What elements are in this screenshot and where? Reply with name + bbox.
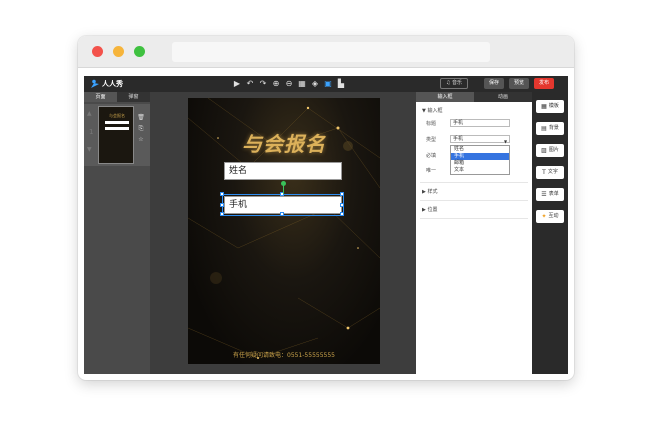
properties-panel: 输入框 动画 ▼ 输入框 标题 手机 类型 手机 ▼ 必填 唯一 姓名 手机 邮… xyxy=(416,92,532,374)
resize-handle[interactable] xyxy=(220,192,224,196)
browser-chrome xyxy=(78,36,574,68)
resize-handle[interactable] xyxy=(340,192,344,196)
divider xyxy=(420,200,528,201)
redo-icon[interactable]: ↷ xyxy=(258,79,268,89)
type-dropdown: 姓名 手机 邮箱 文本 xyxy=(450,145,510,175)
pages-tabs: 页面 弹窗 xyxy=(84,92,150,102)
undo-icon[interactable]: ↶ xyxy=(245,79,255,89)
align-icon[interactable]: ▙ xyxy=(336,79,346,89)
form-label: 表单 xyxy=(548,191,559,197)
image-button[interactable]: ▨ 图片 xyxy=(536,144,564,157)
thumb-title: 与会报名 xyxy=(109,113,125,118)
page-thumbnail[interactable]: 与会报名 xyxy=(98,106,134,164)
tab-pages[interactable]: 页面 xyxy=(84,92,117,102)
maximize-window-button[interactable] xyxy=(134,46,145,57)
tab-input-box[interactable]: 输入框 xyxy=(416,92,474,102)
editor-app: 人人秀 ▶ ↶ ↷ ⊕ ⊖ ▦ ◈ ▣ ▙ ♫ 音乐 保存 预览 发布 页面 弹… xyxy=(84,76,568,374)
tab-popups[interactable]: 弹窗 xyxy=(117,92,150,102)
top-bar: 人人秀 ▶ ↶ ↷ ⊕ ⊖ ▦ ◈ ▣ ▙ ♫ 音乐 保存 预览 发布 xyxy=(84,76,568,92)
type-option-text[interactable]: 文本 xyxy=(451,167,509,174)
image-label: 图片 xyxy=(548,147,559,153)
address-bar[interactable] xyxy=(172,42,490,62)
logo-text: 人人秀 xyxy=(102,80,123,88)
layers-icon[interactable]: ◈ xyxy=(310,79,320,89)
form-button[interactable]: ☰ 表单 xyxy=(536,188,564,201)
interaction-button[interactable]: ✦ 互动 xyxy=(536,210,564,223)
interaction-icon: ✦ xyxy=(541,213,547,220)
type-option-name[interactable]: 姓名 xyxy=(451,146,509,153)
move-down-icon[interactable]: ▼ xyxy=(87,146,92,153)
text-icon: T xyxy=(542,169,546,176)
type-select[interactable]: 手机 xyxy=(450,135,510,143)
background-button[interactable]: ▤ 背景 xyxy=(536,122,564,135)
form-icon: ☰ xyxy=(541,191,547,198)
star-icon[interactable]: ☆ xyxy=(137,136,145,144)
title-input[interactable]: 手机 xyxy=(450,119,510,127)
delete-icon[interactable]: 🗑 xyxy=(137,114,145,122)
page-actions: 🗑 ⎘ ☆ xyxy=(137,114,145,144)
thumb-field xyxy=(105,121,129,124)
chevron-down-icon: ▼ xyxy=(504,139,508,144)
copy-icon[interactable]: ⎘ xyxy=(137,125,145,133)
app-logo[interactable]: 人人秀 xyxy=(90,78,123,90)
zoom-in-icon[interactable]: ⊕ xyxy=(271,79,281,89)
thumb-field xyxy=(105,127,129,130)
move-up-icon[interactable]: ▲ xyxy=(87,110,92,117)
canvas-area: 与会报名 姓名 手机 有任何疑问请致电：0551-55555555 xyxy=(150,92,416,374)
resize-handle[interactable] xyxy=(340,203,344,207)
background-label: 背景 xyxy=(548,125,559,131)
resize-handle[interactable] xyxy=(280,212,284,216)
name-field[interactable]: 姓名 xyxy=(224,162,342,180)
divider xyxy=(420,218,528,219)
publish-button[interactable]: 发布 xyxy=(534,78,554,89)
preview-button[interactable]: 预览 xyxy=(509,78,529,89)
template-icon: ▦ xyxy=(541,103,547,110)
page-title[interactable]: 与会报名 xyxy=(188,128,380,157)
page-canvas[interactable]: 与会报名 姓名 手机 有任何疑问请致电：0551-55555555 xyxy=(188,98,380,364)
type-option-email[interactable]: 邮箱 xyxy=(451,160,509,167)
zoom-out-icon[interactable]: ⊖ xyxy=(284,79,294,89)
section-position-label: 位置 xyxy=(427,207,438,213)
resize-handle[interactable] xyxy=(340,212,344,216)
page-thumb-row[interactable]: ▲ 1 ▼ 与会报名 🗑 ⎘ ☆ xyxy=(84,104,150,166)
section-position-header[interactable]: ▶ 位置 xyxy=(422,206,437,213)
required-label: 必填 xyxy=(426,153,437,159)
phone-icon[interactable]: ▣ xyxy=(323,79,333,89)
selection-box[interactable] xyxy=(220,192,344,216)
section-style-label: 样式 xyxy=(427,189,438,195)
page-number: 1 xyxy=(89,128,94,136)
image-icon: ▨ xyxy=(541,147,547,154)
pages-panel: 页面 弹窗 ▲ 1 ▼ 与会报名 🗑 ⎘ ☆ xyxy=(84,92,150,374)
logo-icon xyxy=(91,79,99,88)
template-button[interactable]: ▦ 模板 xyxy=(536,100,564,113)
text-button[interactable]: T 文字 xyxy=(536,166,564,179)
title-label: 标题 xyxy=(426,121,437,127)
properties-tabs: 输入框 动画 xyxy=(416,92,532,102)
section-style-header[interactable]: ▶ 样式 xyxy=(422,188,437,195)
section-input-label: 输入框 xyxy=(427,108,443,114)
minimize-window-button[interactable] xyxy=(113,46,124,57)
resize-handle[interactable] xyxy=(220,212,224,216)
unique-label: 唯一 xyxy=(426,168,437,174)
template-label: 模板 xyxy=(548,103,559,109)
background-icon: ▤ xyxy=(541,125,547,132)
resize-handle[interactable] xyxy=(220,203,224,207)
save-button[interactable]: 保存 xyxy=(484,78,504,89)
tab-animation[interactable]: 动画 xyxy=(474,92,532,102)
type-label: 类型 xyxy=(426,137,437,143)
close-window-button[interactable] xyxy=(92,46,103,57)
grid-icon[interactable]: ▦ xyxy=(297,79,307,89)
rotate-handle[interactable] xyxy=(281,181,286,186)
footer-contact-text[interactable]: 有任何疑问请致电：0551-55555555 xyxy=(188,350,380,359)
type-option-phone[interactable]: 手机 xyxy=(451,153,509,160)
divider xyxy=(420,182,528,183)
pointer-icon[interactable]: ▶ xyxy=(232,79,242,89)
browser-window: 人人秀 ▶ ↶ ↷ ⊕ ⊖ ▦ ◈ ▣ ▙ ♫ 音乐 保存 预览 发布 页面 弹… xyxy=(78,36,574,380)
component-toolbar: ▦ 模板 ▤ 背景 ▨ 图片 T 文字 ☰ 表单 ✦ 互动 xyxy=(532,92,568,374)
section-input-header[interactable]: ▼ 输入框 xyxy=(422,107,442,114)
edit-toolbar: ▶ ↶ ↷ ⊕ ⊖ ▦ ◈ ▣ ▙ xyxy=(232,79,346,89)
text-label: 文字 xyxy=(547,169,558,175)
music-button[interactable]: ♫ 音乐 xyxy=(440,78,468,89)
interaction-label: 互动 xyxy=(548,213,559,219)
